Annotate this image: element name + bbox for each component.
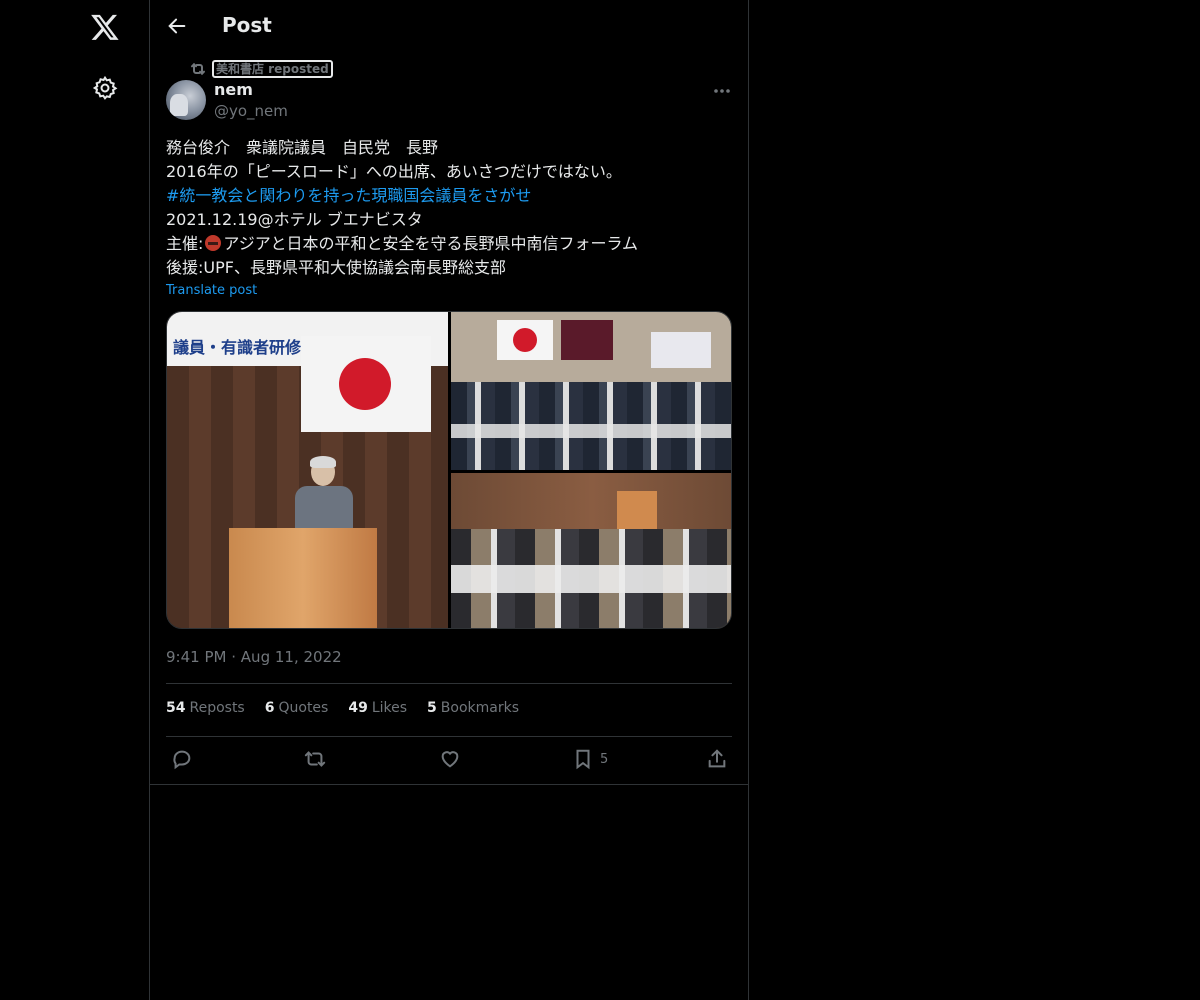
- quotes-stat[interactable]: 6 Quotes: [265, 700, 329, 716]
- post-text: 務台俊介 衆議院議員 自民党 長野 2016年の「ピースロード」への出席、あいさ…: [166, 136, 732, 280]
- japan-flag: [301, 336, 431, 432]
- photo-audience-back[interactable]: [451, 473, 731, 628]
- speaker-suit: [295, 486, 353, 530]
- reposts-count: 54: [166, 700, 186, 716]
- repost-indicator: 美和書店 reposted: [190, 60, 333, 78]
- post-column: Post 美和書店 reposted nem @yo_nem 務台俊介 衆議院議…: [149, 0, 749, 1000]
- left-nav: [0, 0, 150, 1000]
- post-header: Post: [150, 0, 748, 54]
- post-timestamp[interactable]: 9:41 PM · Aug 11, 2022: [166, 648, 342, 666]
- share-button[interactable]: [706, 748, 728, 770]
- action-bar: 5: [150, 748, 748, 774]
- bookmarks-count: 5: [427, 700, 437, 716]
- photo-audience-front[interactable]: [451, 312, 731, 470]
- divider: [166, 683, 732, 684]
- divider: [166, 736, 732, 737]
- translate-post-link[interactable]: Translate post: [166, 283, 257, 298]
- post-line: 務台俊介 衆議院議員 自民党 長野: [166, 138, 439, 157]
- reply-button[interactable]: [171, 748, 193, 770]
- page-title: Post: [222, 13, 272, 37]
- photo-wall: [451, 473, 731, 529]
- share-icon: [706, 748, 728, 770]
- podium: [617, 491, 657, 531]
- bookmark-count: 5: [600, 751, 609, 767]
- organization-flag: [561, 320, 613, 360]
- japan-flag: [497, 320, 553, 360]
- more-horizontal-icon[interactable]: [712, 84, 732, 98]
- bookmark-button[interactable]: 5: [572, 748, 608, 770]
- x-logo-icon[interactable]: [90, 12, 120, 42]
- podium: [229, 528, 377, 628]
- heart-icon: [439, 748, 461, 770]
- quotes-count: 6: [264, 700, 275, 716]
- tables: [451, 424, 731, 438]
- bookmarks-label: Bookmarks: [440, 700, 520, 716]
- post-line-rest: アジアと日本の平和と安全を守る長野県中南信フォーラム: [223, 234, 638, 253]
- reply-icon: [171, 748, 193, 770]
- repost-icon: [304, 748, 326, 770]
- post-line: 2016年の「ピースロード」への出席、あいさつだけではない。: [166, 162, 622, 181]
- post-stats: 54 Reposts 6 Quotes 49 Likes 5 Bookmarks: [166, 700, 539, 716]
- author-name[interactable]: nem: [214, 80, 253, 99]
- like-button[interactable]: [439, 748, 461, 770]
- bookmark-icon: [572, 748, 594, 770]
- speaker-figure: [295, 456, 355, 530]
- repost-user-link[interactable]: 美和書店 reposted: [212, 60, 333, 78]
- photo-speaker[interactable]: 議員・有識者研修「我が国の安: [167, 312, 448, 628]
- timestamp-separator: ·: [231, 648, 237, 666]
- post-line: 主催: アジアと日本の平和と安全を守る長野県中南信フォーラム: [166, 232, 732, 256]
- gear-icon[interactable]: [92, 75, 118, 101]
- divider: [150, 784, 748, 785]
- post-line: 後援:UPF、長野県平和大使協議会南長野総支部: [166, 258, 506, 277]
- reposts-label: Reposts: [189, 700, 245, 716]
- post-line: 2021.12.19@ホテル ブエナビスタ: [166, 210, 423, 229]
- avatar[interactable]: [166, 80, 206, 120]
- arrow-left-icon[interactable]: [166, 15, 188, 37]
- likes-stat[interactable]: 49 Likes: [348, 700, 407, 716]
- post-line-prefix: 主催:: [166, 234, 204, 253]
- media-grid: 議員・有識者研修「我が国の安: [166, 311, 732, 629]
- hashtag-link[interactable]: #統一教会と関わりを持った現職国会議員をさがせ: [166, 184, 732, 208]
- speaker-hair: [310, 456, 336, 468]
- display-screen: [651, 332, 711, 368]
- reposts-stat[interactable]: 54 Reposts: [166, 700, 245, 716]
- author-handle[interactable]: @yo_nem: [214, 102, 288, 120]
- post-date: Aug 11, 2022: [240, 648, 342, 666]
- bookmarks-stat[interactable]: 5 Bookmarks: [427, 700, 519, 716]
- tables: [451, 565, 731, 593]
- likes-label: Likes: [371, 700, 408, 716]
- repost-button[interactable]: [304, 748, 326, 770]
- likes-count: 49: [348, 700, 368, 716]
- quotes-label: Quotes: [278, 700, 329, 716]
- post-time: 9:41 PM: [166, 648, 227, 666]
- repost-icon: [190, 61, 206, 77]
- face-emoji-icon: [205, 235, 222, 251]
